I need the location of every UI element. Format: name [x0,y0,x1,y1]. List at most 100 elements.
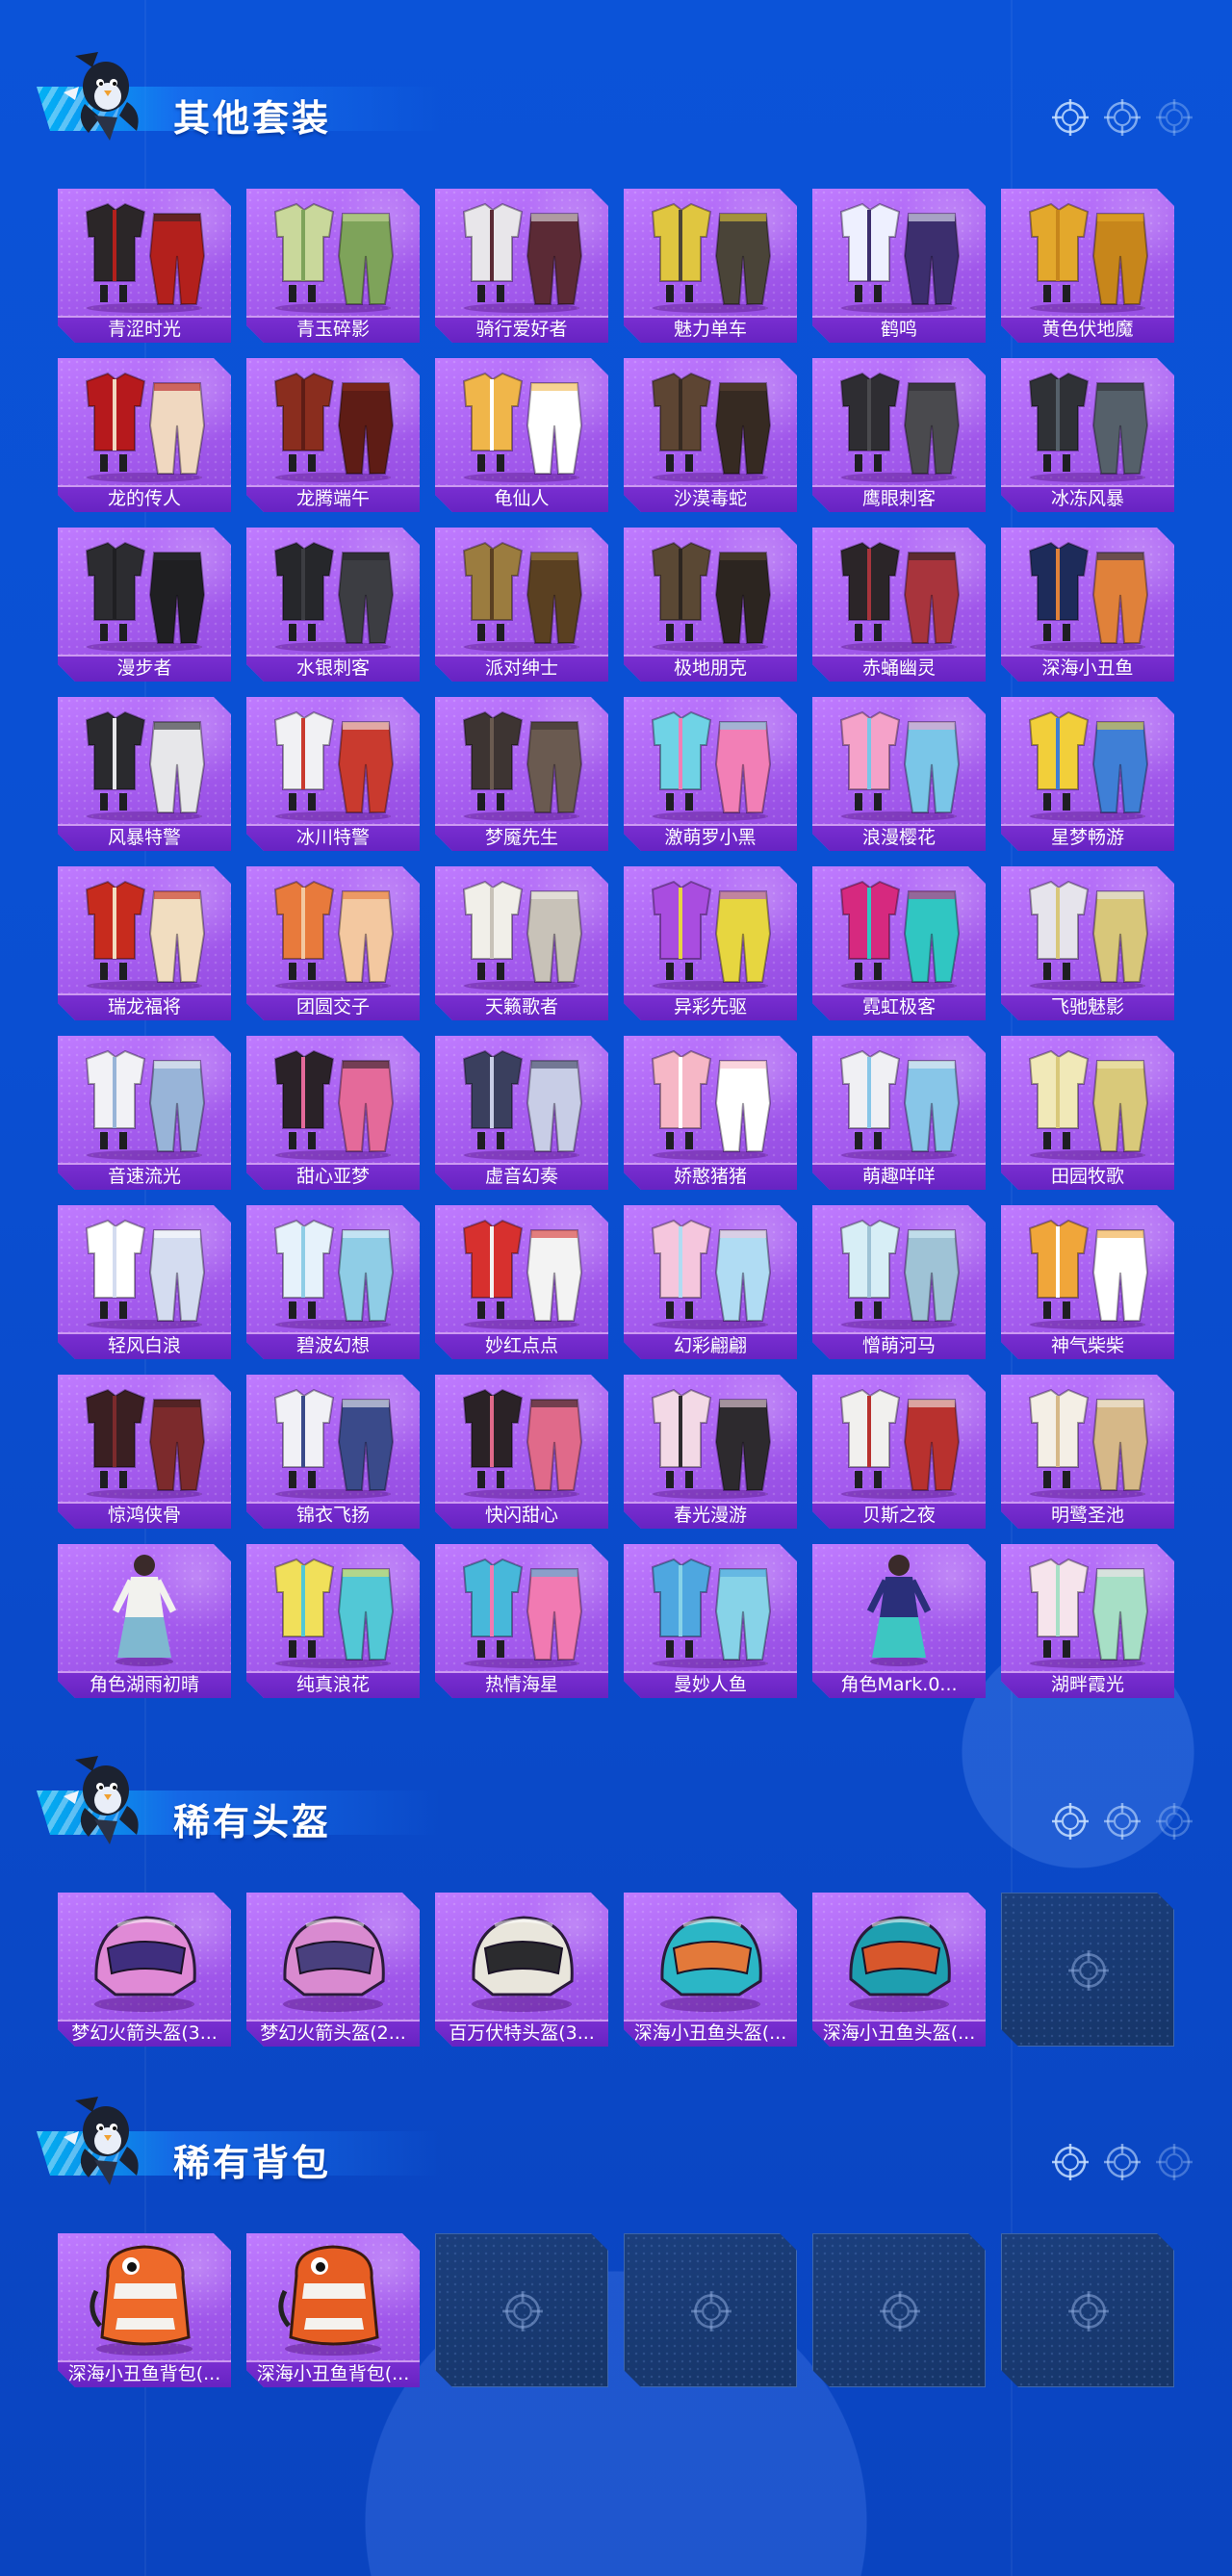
section-header: 其他套装 [27,48,450,144]
item-label: 锦衣飞扬 [246,1502,420,1529]
item-card[interactable]: 飞驰魅影 [1001,866,1174,1020]
item-card[interactable]: 深海小丑鱼 [1001,528,1174,682]
item-card[interactable]: 青玉碎影 [246,189,420,343]
item-card[interactable]: 龟仙人 [435,358,608,512]
item-label: 瑞龙福将 [58,993,231,1020]
item-label: 飞驰魅影 [1001,993,1174,1020]
crosshair-icon [1103,98,1142,137]
item-card[interactable]: 快闪甜心 [435,1375,608,1529]
item-card[interactable]: 碧波幻想 [246,1205,420,1359]
item-label: 青涩时光 [58,316,231,343]
outfit-image [1001,528,1174,653]
item-label: 派对绅士 [435,655,608,682]
item-card[interactable]: 幻彩翩翩 [624,1205,797,1359]
outfit-image [58,866,231,992]
item-card[interactable]: 深海小丑鱼头盔(... [624,1893,797,2047]
item-card[interactable]: 激萌罗小黑 [624,697,797,851]
item-card[interactable]: 萌趣咩咩 [812,1036,986,1190]
item-card[interactable]: 霓虹极客 [812,866,986,1020]
item-card[interactable]: 春光漫游 [624,1375,797,1529]
section-header: 稀有头盔 [27,1752,450,1848]
item-card[interactable]: 浪漫樱花 [812,697,986,851]
item-card[interactable]: 田园牧歌 [1001,1036,1174,1190]
item-card[interactable]: 龙腾端午 [246,358,420,512]
item-card[interactable]: 水银刺客 [246,528,420,682]
item-card[interactable]: 魅力单车 [624,189,797,343]
outfit-image [812,528,986,653]
item-card[interactable]: 角色湖雨初晴 [58,1544,231,1698]
item-card[interactable]: 梦幻火箭头盔(2... [246,1893,420,2047]
item-label: 龙腾端午 [246,485,420,512]
item-card[interactable]: 百万伏特头盔(3... [435,1893,608,2047]
item-card[interactable]: 鹤鸣 [812,189,986,343]
item-card[interactable]: 明鹭圣池 [1001,1375,1174,1529]
item-card[interactable]: 曼妙人鱼 [624,1544,797,1698]
outfit-image [435,1544,608,1669]
item-card[interactable]: 团圆交子 [246,866,420,1020]
item-card[interactable]: 湖畔霞光 [1001,1544,1174,1698]
item-label: 团圆交子 [246,993,420,1020]
outfit-image [624,358,797,483]
item-card[interactable]: 神气柴柴 [1001,1205,1174,1359]
character-image [58,1544,231,1669]
outfit-image [435,697,608,822]
item-label: 冰冻风暴 [1001,485,1174,512]
item-card[interactable]: 憎萌河马 [812,1205,986,1359]
item-card[interactable]: 热情海星 [435,1544,608,1698]
item-grid: 梦幻火箭头盔(3... 梦幻火箭头盔(2... 百万伏特头盔(3... 深海小丑鱼头盔… [58,1893,1174,2047]
crosshair-icon [1103,2143,1142,2181]
item-label: 骑行爱好者 [435,316,608,343]
item-card[interactable]: 青涩时光 [58,189,231,343]
item-card[interactable]: 瑞龙福将 [58,866,231,1020]
item-label: 憎萌河马 [812,1332,986,1359]
item-label: 湖畔霞光 [1001,1671,1174,1698]
item-label: 深海小丑鱼背包(... [58,2360,231,2387]
item-card[interactable]: 妙红点点 [435,1205,608,1359]
outfit-image [624,1036,797,1161]
item-card[interactable]: 派对绅士 [435,528,608,682]
outfit-image [1001,697,1174,822]
item-card[interactable]: 鹰眼刺客 [812,358,986,512]
item-card[interactable]: 轻风白浪 [58,1205,231,1359]
item-card[interactable]: 深海小丑鱼背包(... [246,2233,420,2387]
item-card[interactable]: 天籁歌者 [435,866,608,1020]
item-card[interactable]: 贝斯之夜 [812,1375,986,1529]
outfit-image [435,1205,608,1330]
item-card[interactable]: 赤蛹幽灵 [812,528,986,682]
empty-slot [1001,1893,1174,2047]
item-label: 深海小丑鱼头盔(... [812,2020,986,2047]
item-card[interactable]: 骑行爱好者 [435,189,608,343]
outfit-image [246,697,420,822]
item-card[interactable]: 沙漠毒蛇 [624,358,797,512]
item-card[interactable]: 深海小丑鱼背包(... [58,2233,231,2387]
item-card[interactable]: 极地朋克 [624,528,797,682]
helmet-image [624,1893,797,2018]
item-card[interactable]: 星梦畅游 [1001,697,1174,851]
outfit-image [812,189,986,314]
item-card[interactable]: 音速流光 [58,1036,231,1190]
item-label: 激萌罗小黑 [624,824,797,851]
item-card[interactable]: 冰冻风暴 [1001,358,1174,512]
item-card[interactable]: 冰川特警 [246,697,420,851]
section-header: 稀有背包 [27,2093,450,2189]
item-card[interactable]: 黄色伏地魔 [1001,189,1174,343]
item-card[interactable]: 娇憨猪猪 [624,1036,797,1190]
outfit-image [246,1375,420,1500]
crosshair-icon [1155,1802,1194,1841]
item-card[interactable]: 深海小丑鱼头盔(... [812,1893,986,2047]
item-card[interactable]: 风暴特警 [58,697,231,851]
item-label: 鹰眼刺客 [812,485,986,512]
item-card[interactable]: 角色Mark.0... [812,1544,986,1698]
item-card[interactable]: 异彩先驱 [624,866,797,1020]
item-card[interactable]: 锦衣飞扬 [246,1375,420,1529]
item-card[interactable]: 纯真浪花 [246,1544,420,1698]
item-card[interactable]: 梦幻火箭头盔(3... [58,1893,231,2047]
item-label: 梦幻火箭头盔(3... [58,2020,231,2047]
item-card[interactable]: 梦魇先生 [435,697,608,851]
item-card[interactable]: 漫步者 [58,528,231,682]
item-card[interactable]: 龙的传人 [58,358,231,512]
outfit-image [1001,1036,1174,1161]
item-card[interactable]: 甜心亚梦 [246,1036,420,1190]
item-card[interactable]: 虚音幻奏 [435,1036,608,1190]
item-card[interactable]: 惊鸿侠骨 [58,1375,231,1529]
